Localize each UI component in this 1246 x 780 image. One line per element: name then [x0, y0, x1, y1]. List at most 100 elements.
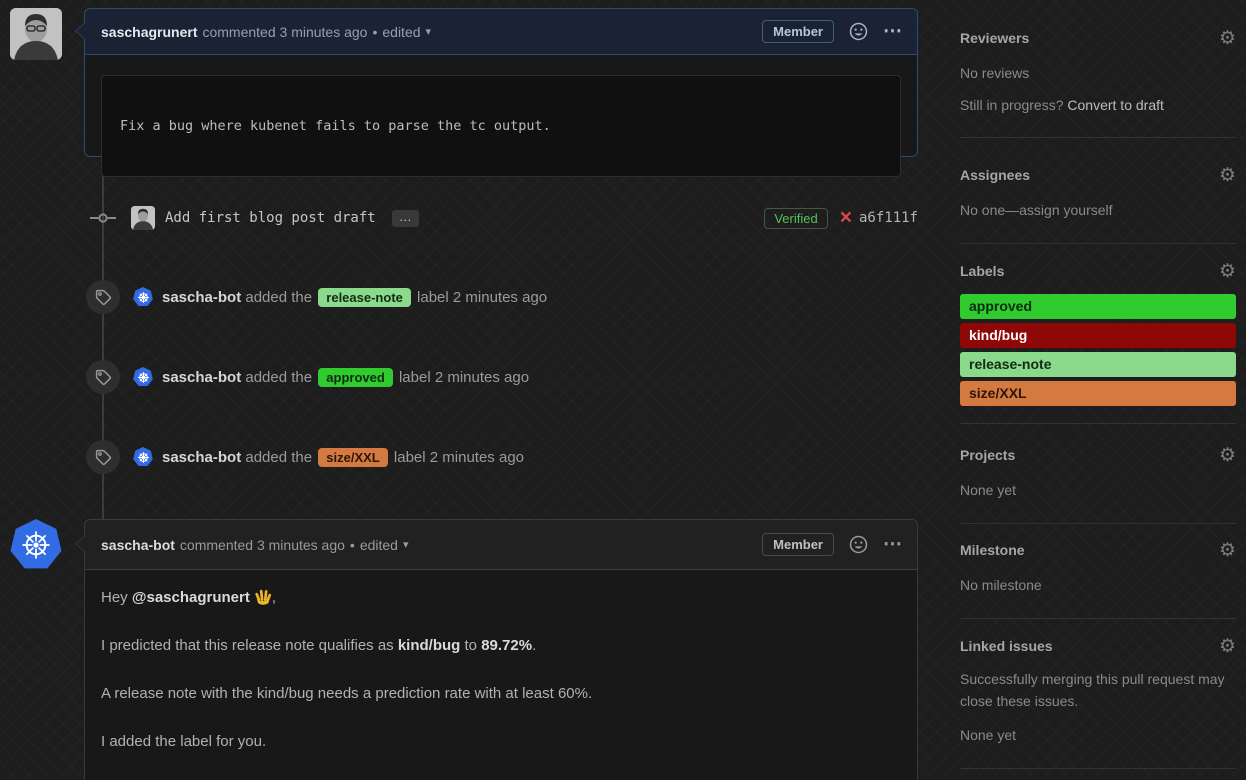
smiley-icon [849, 535, 868, 554]
dot-separator: • [350, 537, 355, 553]
status-failed-x-icon[interactable]: × [840, 207, 852, 228]
sidebar-divider [960, 523, 1236, 524]
gear-icon[interactable]: ⚙ [1219, 541, 1236, 560]
gear-icon[interactable]: ⚙ [1219, 166, 1236, 185]
comment-paragraph: A release note with the kind/bug needs a… [101, 682, 901, 706]
event-author-link[interactable]: sascha-bot [162, 369, 241, 386]
text: A release note with the kind/bug needs a… [101, 685, 592, 702]
verified-badge[interactable]: Verified [764, 208, 827, 229]
gear-icon[interactable]: ⚙ [1219, 262, 1236, 281]
sidebar-label[interactable]: approved [960, 294, 1236, 319]
label-chip[interactable]: approved [318, 368, 393, 387]
linked-issues-desc: Successfully merging this pull request m… [960, 668, 1236, 712]
section-title: Labels [960, 263, 1004, 279]
edited-toggle[interactable]: edited [360, 537, 398, 553]
sidebar-divider [960, 618, 1236, 619]
sidebar-label[interactable]: size/XXL [960, 381, 1236, 406]
comment-header: sascha-bot commented 3 minutes ago • edi… [85, 520, 917, 570]
person-portrait-icon [131, 206, 155, 230]
section-title: Milestone [960, 542, 1025, 558]
commit-message-link[interactable]: Add first blog post draft [165, 210, 376, 226]
text: , [272, 589, 276, 606]
comment-paragraph: I added the label for you. [101, 730, 901, 754]
projects-empty-text: None yet [960, 479, 1236, 501]
chevron-down-icon[interactable]: ▾ [426, 25, 432, 38]
emoji-reaction-button[interactable] [849, 535, 868, 554]
text: I added the label for you. [101, 733, 266, 750]
avatar-sascha-bot[interactable] [10, 519, 62, 571]
sidebar-section-linked-issues: Linked issues ⚙ Successfully merging thi… [960, 636, 1236, 746]
section-title: Reviewers [960, 30, 1029, 46]
comment-body: Hey @saschagrunert, I predicted that this… [85, 570, 917, 780]
tag-icon [86, 280, 120, 314]
comment-paragraph: I predicted that this release note quali… [101, 634, 901, 658]
sidebar-section-reviewers: Reviewers ⚙ No reviews Still in progress… [960, 28, 1236, 116]
edited-toggle[interactable]: edited [382, 24, 420, 40]
sidebar-divider [960, 423, 1236, 424]
gear-icon[interactable]: ⚙ [1219, 446, 1236, 465]
text: Hey [101, 589, 132, 606]
sidebar-divider [960, 137, 1236, 138]
label-chip[interactable]: release-note [318, 288, 411, 307]
bold-text: 89.72% [481, 637, 532, 654]
comment-meta: commented 3 minutes ago [180, 537, 345, 553]
comment-caret-fill [76, 23, 85, 39]
sidebar-section-milestone: Milestone ⚙ No milestone [960, 540, 1236, 596]
comment-author[interactable]: saschagrunert [101, 24, 197, 40]
commit-sha-link[interactable]: a6f111f [859, 210, 918, 226]
waving-hand-emoji [254, 587, 272, 605]
user-mention-link[interactable]: @saschagrunert [132, 589, 250, 606]
sidebar-section-labels: Labels ⚙ approved kind/bug release-note siz… [960, 261, 1236, 410]
gear-icon[interactable]: ⚙ [1219, 29, 1236, 48]
text: . [532, 637, 536, 654]
chevron-down-icon[interactable]: ▾ [403, 538, 409, 551]
avatar-saschagrunert[interactable] [10, 8, 62, 60]
kebab-menu-icon[interactable]: ⋯ [883, 20, 903, 43]
kubernetes-wheel-icon [20, 529, 52, 561]
sidebar-label[interactable]: release-note [960, 352, 1236, 377]
comment-caret-fill [76, 536, 85, 552]
person-portrait-icon [10, 8, 62, 60]
dot-separator: • [372, 24, 377, 40]
smiley-icon [849, 22, 868, 41]
commit-expand-button[interactable]: … [392, 210, 419, 227]
avatar-sascha-bot[interactable] [133, 447, 153, 467]
member-badge: Member [762, 20, 834, 43]
section-title: Linked issues [960, 638, 1053, 654]
bold-text: kind/bug [398, 637, 461, 654]
section-title: Assignees [960, 167, 1030, 183]
sidebar-divider [960, 243, 1236, 244]
tag-icon [86, 360, 120, 394]
sidebar-label[interactable]: kind/bug [960, 323, 1236, 348]
section-title: Projects [960, 447, 1015, 463]
member-badge: Member [762, 533, 834, 556]
convert-to-draft-link[interactable]: Convert to draft [1067, 97, 1164, 113]
label-event-row: sascha-bot added the release-note label … [84, 280, 918, 314]
tag-icon [86, 440, 120, 474]
pr-description-comment: saschagrunert commented 3 minutes ago • … [84, 8, 918, 157]
commit-row: Add first blog post draft … Verified × a… [84, 204, 918, 232]
sidebar-section-assignees: Assignees ⚙ No one—assign yourself [960, 165, 1236, 221]
github-pr-conversation-page: saschagrunert commented 3 minutes ago • … [0, 0, 1246, 780]
avatar-sascha-bot[interactable] [133, 367, 153, 387]
avatar-sascha-bot[interactable] [133, 287, 153, 307]
sidebar-labels-list: approved kind/bug release-note size/XXL [960, 294, 1236, 406]
label-chip[interactable]: size/XXL [318, 448, 387, 467]
code-block: Fix a bug where kubenet fails to parse t… [101, 75, 901, 177]
label-event-row: sascha-bot added the size/XXL label 2 mi… [84, 440, 918, 474]
comment-header: saschagrunert commented 3 minutes ago • … [85, 9, 917, 55]
commit-author-avatar[interactable] [131, 206, 155, 230]
git-commit-icon [90, 210, 116, 226]
assignees-empty-text[interactable]: No one—assign yourself [960, 199, 1236, 221]
label-event-row: sascha-bot added the approved label 2 mi… [84, 360, 918, 394]
event-author-link[interactable]: sascha-bot [162, 289, 241, 306]
draft-hint-text: Still in progress? [960, 97, 1067, 113]
bot-comment: sascha-bot commented 3 minutes ago • edi… [84, 519, 918, 780]
comment-paragraph: Hey @saschagrunert, [101, 586, 901, 610]
comment-author[interactable]: sascha-bot [101, 537, 175, 553]
gear-icon[interactable]: ⚙ [1219, 637, 1236, 656]
event-author-link[interactable]: sascha-bot [162, 449, 241, 466]
kebab-menu-icon[interactable]: ⋯ [883, 533, 903, 556]
linked-issues-empty-text: None yet [960, 724, 1236, 746]
emoji-reaction-button[interactable] [849, 22, 868, 41]
